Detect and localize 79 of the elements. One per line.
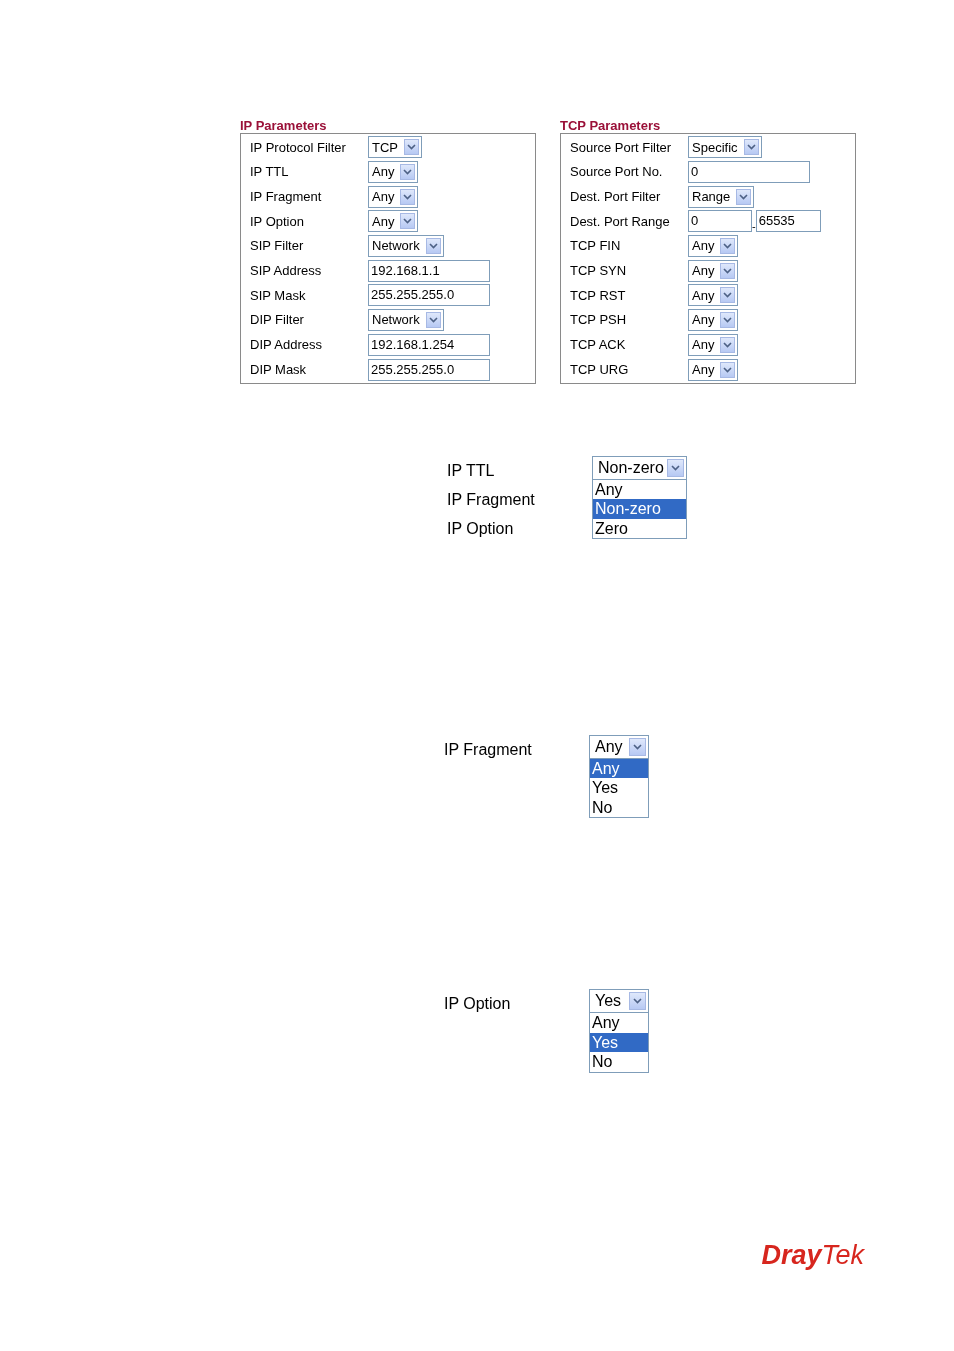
dropdown[interactable]: Any <box>589 734 649 759</box>
logo: DrayTek <box>761 1239 864 1270</box>
range-separator: - <box>752 220 756 233</box>
dropdown-option[interactable]: Any <box>590 758 648 779</box>
dropdown[interactable]: Any <box>368 210 419 233</box>
input-field[interactable]: 192.168.1.1 <box>368 259 490 282</box>
field-label: IP TTL <box>447 460 496 481</box>
dropdown-option[interactable]: Any <box>593 479 686 500</box>
section-title: TCP Parameters <box>560 118 662 133</box>
input-field[interactable]: 0 <box>688 161 810 184</box>
caret-icon <box>720 238 736 255</box>
dropdown[interactable]: Range <box>688 185 755 208</box>
caret-icon <box>400 188 416 205</box>
field-label: SIP Address <box>250 262 323 281</box>
dropdown[interactable]: Non-zero <box>592 455 687 480</box>
input-field[interactable]: 255.255.255.0 <box>368 358 490 381</box>
caret-icon <box>425 238 441 255</box>
field-label: DIP Address <box>250 336 324 355</box>
field-label: IP Option <box>447 518 515 539</box>
input-field[interactable]: 65535 <box>755 210 821 233</box>
field-label: SIP Mask <box>250 286 307 305</box>
field-label: IP Fragment <box>444 739 533 760</box>
field-label: IP Fragment <box>447 489 536 510</box>
input-field[interactable]: 192.168.1.254 <box>368 333 490 356</box>
field-label: TCP ACK <box>570 336 627 355</box>
dropdown-option[interactable]: Yes <box>590 778 648 798</box>
field-label: Source Port Filter <box>570 138 673 157</box>
field-label: TCP FIN <box>570 237 622 256</box>
caret-icon <box>629 992 646 1011</box>
field-label: TCP RST <box>570 286 627 305</box>
caret-icon <box>720 361 736 378</box>
caret-icon <box>425 312 441 329</box>
field-label: IP Fragment <box>250 187 323 206</box>
dropdown[interactable]: Any <box>688 309 739 332</box>
field-label: IP Protocol Filter <box>250 138 347 157</box>
dropdown[interactable]: Any <box>368 185 419 208</box>
caret-icon <box>720 262 736 279</box>
caret-icon <box>404 139 419 156</box>
caret-icon <box>629 737 646 756</box>
field-label: IP TTL <box>250 163 290 182</box>
field-label: DIP Mask <box>250 360 308 379</box>
dropdown-option[interactable]: Any <box>590 1013 648 1033</box>
field-label: TCP SYN <box>570 262 628 281</box>
field-label: Source Port No. <box>570 163 664 182</box>
field-label: IP Option <box>444 994 512 1015</box>
dropdown[interactable]: Yes <box>589 989 649 1014</box>
input-field[interactable]: 255.255.255.0 <box>368 284 490 307</box>
dropdown[interactable]: Any <box>688 235 739 258</box>
field-label: TCP PSH <box>570 311 628 330</box>
dropdown[interactable]: Any <box>688 358 739 381</box>
field-label: DIP Filter <box>250 311 305 330</box>
dropdown-option[interactable]: Yes <box>590 1032 648 1053</box>
caret-icon <box>400 213 416 230</box>
caret-icon <box>720 336 736 353</box>
field-label: Dest. Port Filter <box>570 187 662 206</box>
input-field[interactable]: 0 <box>688 210 752 233</box>
dropdown[interactable]: Any <box>368 161 419 184</box>
dropdown[interactable]: TCP <box>368 136 422 159</box>
caret-icon <box>743 139 759 156</box>
field-label: SIP Filter <box>250 237 305 256</box>
field-label: IP Option <box>250 212 305 231</box>
dropdown[interactable]: Any <box>688 333 739 356</box>
caret-icon <box>400 164 416 181</box>
caret-icon <box>720 287 736 304</box>
section-title: IP Parameters <box>240 118 328 133</box>
dropdown[interactable]: Any <box>688 284 739 307</box>
dropdown-option[interactable]: No <box>590 1052 648 1072</box>
dropdown[interactable]: Network <box>368 309 444 332</box>
dropdown-option[interactable]: No <box>590 797 648 818</box>
dropdown[interactable]: Any <box>688 259 739 282</box>
dropdown-option[interactable]: Zero <box>593 518 686 539</box>
field-label: Dest. Port Range <box>570 212 671 231</box>
dropdown[interactable]: Specific <box>688 136 762 159</box>
caret-icon <box>720 312 736 329</box>
caret-icon <box>667 458 684 477</box>
dropdown[interactable]: Network <box>368 235 444 258</box>
dropdown-option[interactable]: Non-zero <box>593 499 686 519</box>
field-label: TCP URG <box>570 360 630 379</box>
caret-icon <box>736 188 752 205</box>
